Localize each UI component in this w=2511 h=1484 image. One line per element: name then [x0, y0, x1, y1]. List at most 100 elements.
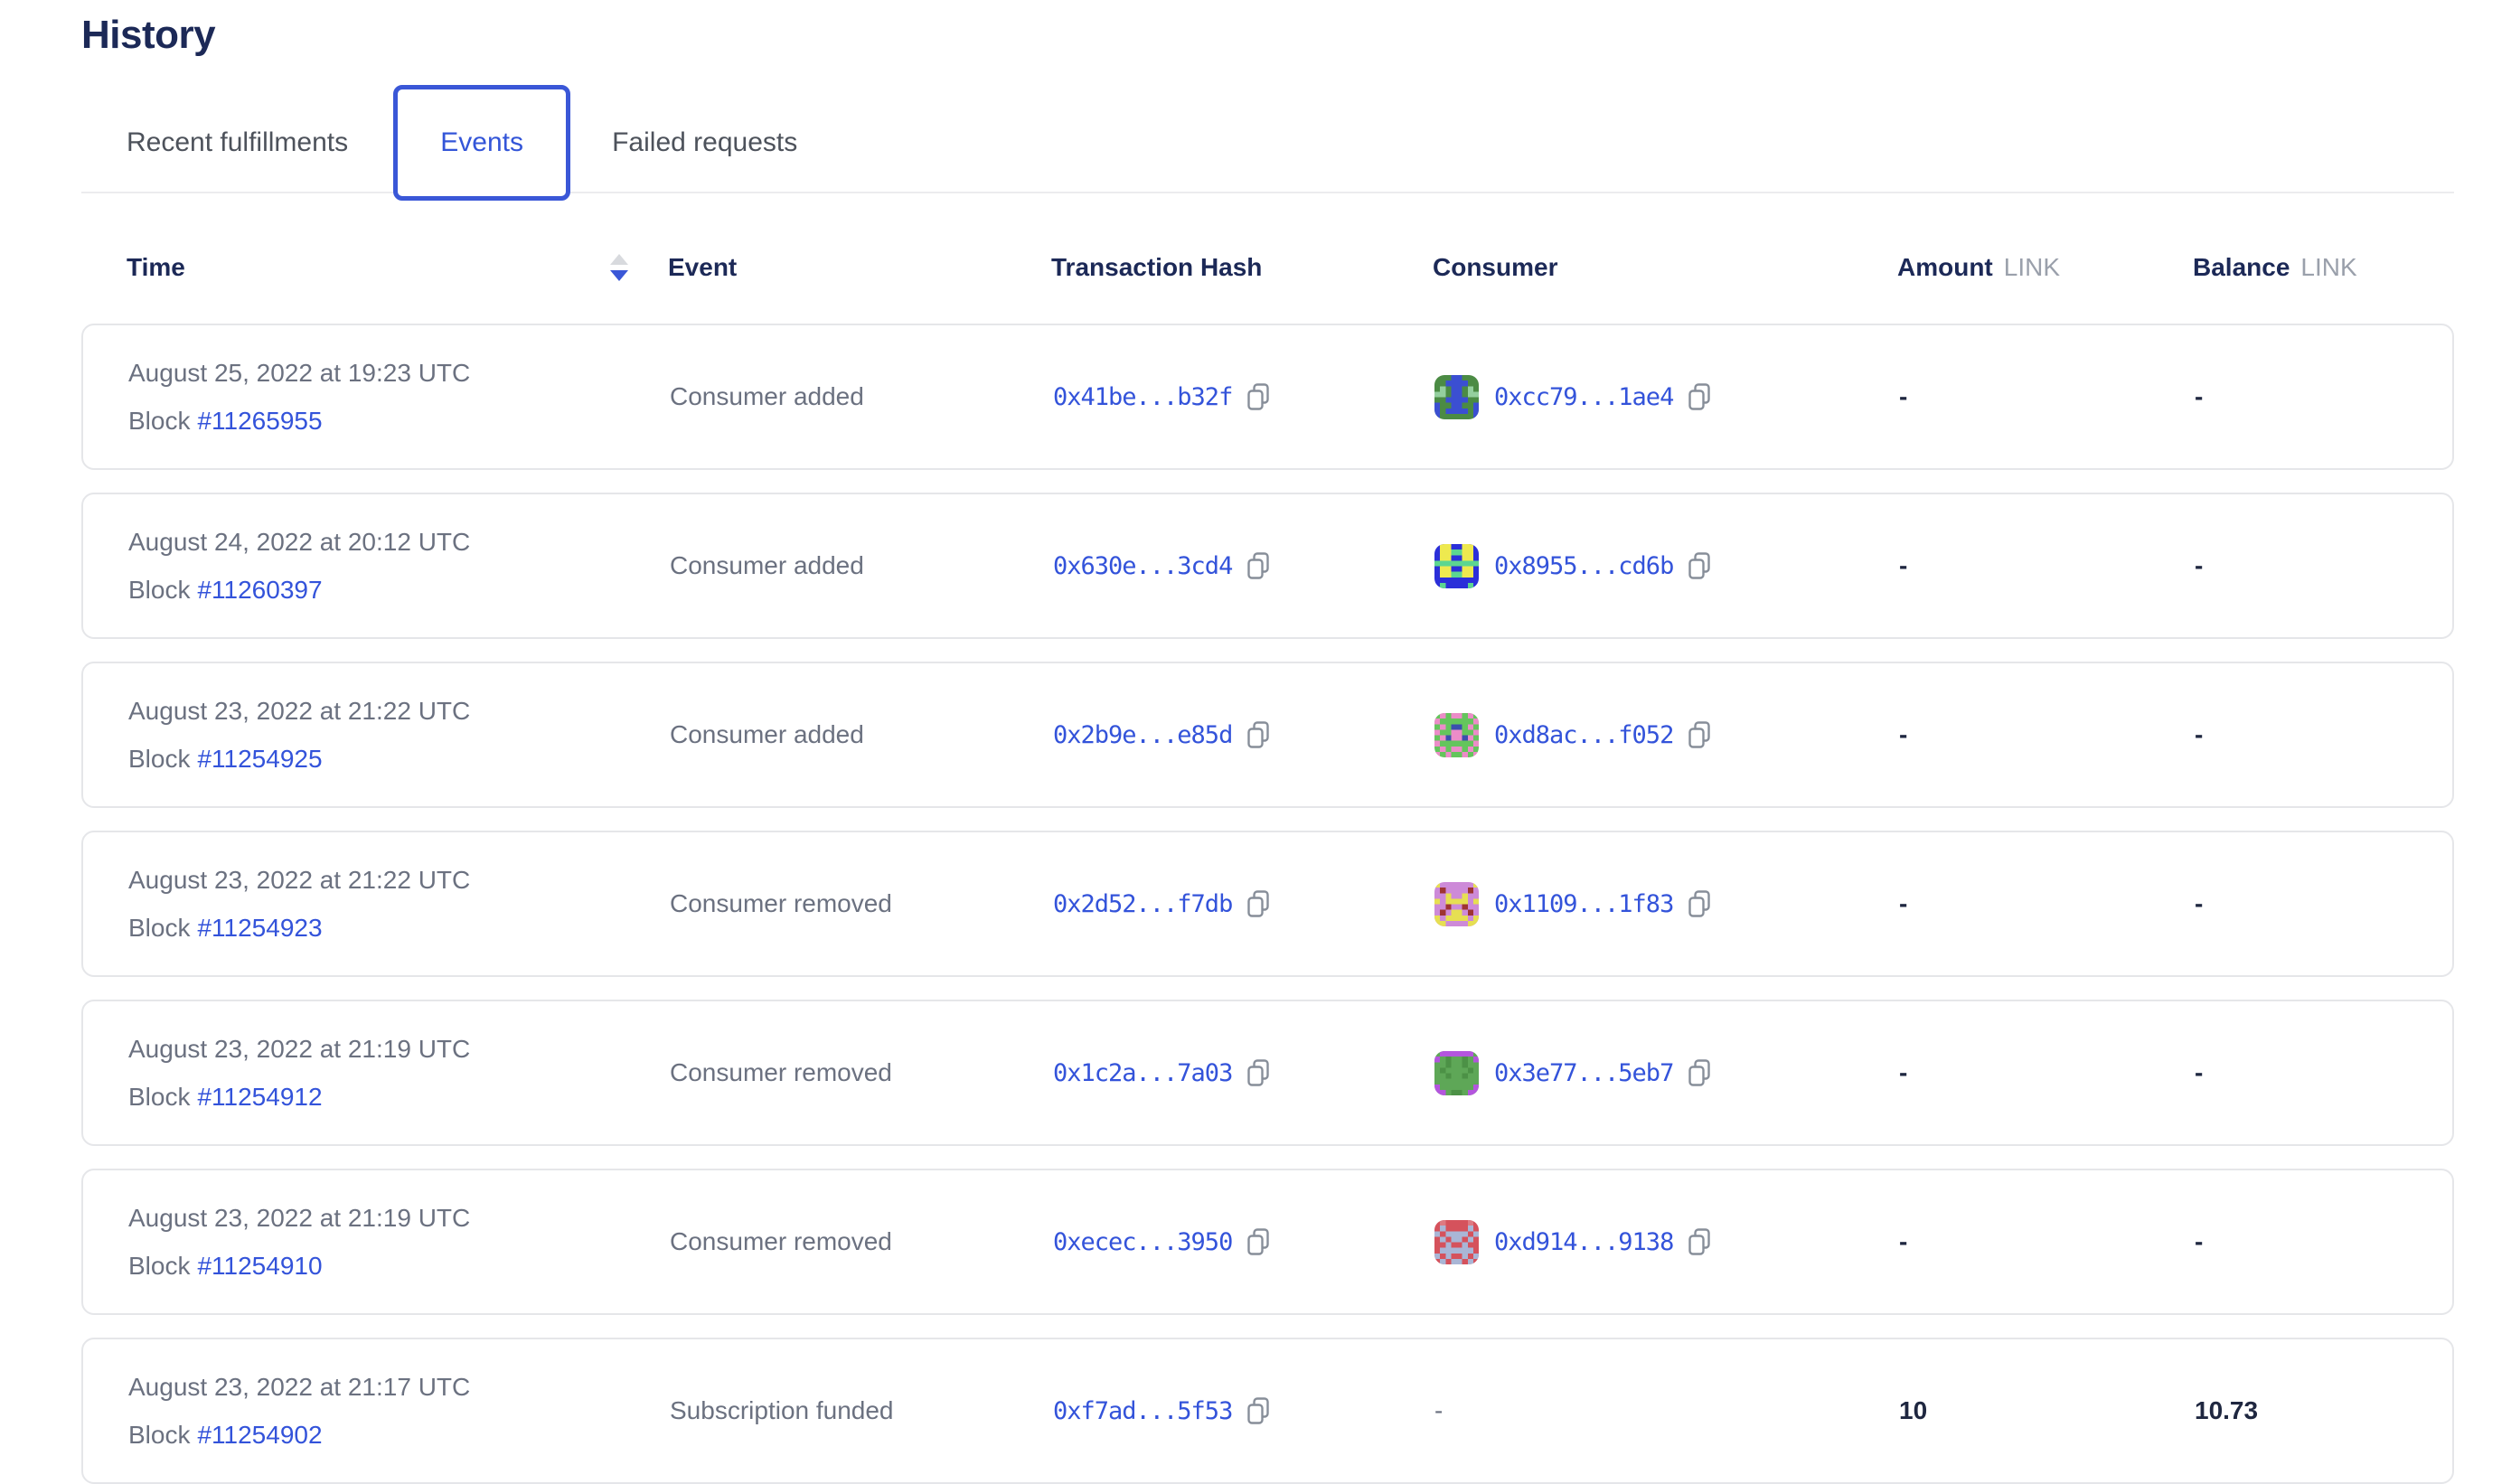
consumer-empty-value: - [1434, 1396, 1443, 1425]
event-type-cell: Consumer removed [670, 1058, 1053, 1087]
block-link[interactable]: #11254902 [197, 1421, 322, 1449]
block-link[interactable]: #11265955 [197, 407, 322, 435]
tx-hash-link[interactable]: 0x2d52...f7db [1053, 890, 1232, 918]
block-label: Block [128, 407, 190, 435]
sort-arrows-icon[interactable] [610, 254, 628, 281]
time-cell: August 23, 2022 at 21:17 UTC Block#11254… [128, 1339, 670, 1451]
tab-events[interactable]: Events [393, 85, 570, 201]
sort-asc-icon [610, 254, 628, 265]
event-type-cell: Consumer added [670, 720, 1053, 749]
tx-hash-link[interactable]: 0x41be...b32f [1053, 383, 1232, 411]
block-line: Block#11260397 [128, 575, 670, 606]
amount-value: - [1899, 551, 2195, 580]
consumer-identicon [1434, 1051, 1479, 1095]
block-line: Block#11254910 [128, 1251, 670, 1282]
event-row: August 24, 2022 at 20:12 UTC Block#11260… [81, 493, 2454, 639]
amount-value: - [1899, 1227, 2195, 1256]
copy-icon[interactable] [1246, 1059, 1271, 1087]
consumer-cell: 0xd8ac...f052 [1434, 713, 1899, 757]
tx-hash-cell: 0x2b9e...e85d [1053, 721, 1434, 749]
block-link[interactable]: #11254910 [197, 1252, 322, 1280]
consumer-cell: 0x3e77...5eb7 [1434, 1051, 1899, 1095]
history-page: History Recent fulfillments Events Faile… [0, 13, 2454, 1484]
copy-icon[interactable] [1688, 1059, 1712, 1087]
amount-value: - [1899, 382, 2195, 411]
col-header-event: Event [668, 253, 1051, 282]
block-line: Block#11254912 [128, 1082, 670, 1113]
event-type-cell: Consumer removed [670, 889, 1053, 918]
event-row: August 23, 2022 at 21:19 UTC Block#11254… [81, 1169, 2454, 1315]
time-cell: August 24, 2022 at 20:12 UTC Block#11260… [128, 494, 670, 606]
consumer-cell: - [1434, 1396, 1899, 1425]
block-label: Block [128, 1421, 190, 1449]
copy-icon[interactable] [1246, 383, 1271, 411]
time-cell: August 23, 2022 at 21:22 UTC Block#11254… [128, 832, 670, 944]
block-label: Block [128, 914, 190, 942]
amount-value: - [1899, 889, 2195, 918]
tab-recent-fulfillments[interactable]: Recent fulfillments [127, 127, 348, 158]
time-cell: August 23, 2022 at 21:19 UTC Block#11254… [128, 1001, 670, 1113]
col-header-time: Time [127, 253, 668, 282]
consumer-address-link[interactable]: 0x8955...cd6b [1494, 552, 1673, 580]
event-timestamp: August 23, 2022 at 21:22 UTC [128, 696, 670, 727]
balance-value: - [2195, 1227, 2452, 1256]
amount-value: 10 [1899, 1396, 2195, 1425]
copy-icon[interactable] [1246, 721, 1271, 749]
amount-value: - [1899, 720, 2195, 749]
copy-icon[interactable] [1688, 552, 1712, 580]
tx-hash-cell: 0x1c2a...7a03 [1053, 1059, 1434, 1087]
block-label: Block [128, 1083, 190, 1111]
event-type-cell: Consumer removed [670, 1227, 1053, 1256]
event-timestamp: August 23, 2022 at 21:17 UTC [128, 1372, 670, 1403]
balance-value: - [2195, 551, 2452, 580]
balance-value: - [2195, 382, 2452, 411]
tx-hash-link[interactable]: 0x1c2a...7a03 [1053, 1059, 1232, 1087]
copy-icon[interactable] [1688, 890, 1712, 918]
balance-value: - [2195, 720, 2452, 749]
consumer-cell: 0x8955...cd6b [1434, 544, 1899, 588]
block-line: Block#11265955 [128, 406, 670, 437]
tx-hash-link[interactable]: 0xecec...3950 [1053, 1228, 1232, 1256]
balance-unit-label: LINK [2300, 253, 2356, 282]
block-link[interactable]: #11254923 [197, 914, 322, 942]
tx-hash-cell: 0xf7ad...5f53 [1053, 1397, 1434, 1425]
event-row: August 23, 2022 at 21:22 UTC Block#11254… [81, 662, 2454, 808]
copy-icon[interactable] [1246, 1397, 1271, 1425]
copy-icon[interactable] [1246, 552, 1271, 580]
sort-desc-icon [610, 270, 628, 281]
block-link[interactable]: #11254925 [197, 745, 322, 773]
copy-icon[interactable] [1688, 1228, 1712, 1256]
event-row: August 23, 2022 at 21:19 UTC Block#11254… [81, 1000, 2454, 1146]
event-row: August 25, 2022 at 19:23 UTC Block#11265… [81, 324, 2454, 470]
tx-hash-cell: 0x2d52...f7db [1053, 890, 1434, 918]
amount-value: - [1899, 1058, 2195, 1087]
consumer-address-link[interactable]: 0xd914...9138 [1494, 1228, 1673, 1256]
tx-hash-cell: 0x630e...3cd4 [1053, 552, 1434, 580]
consumer-identicon [1434, 882, 1479, 926]
event-timestamp: August 23, 2022 at 21:22 UTC [128, 865, 670, 896]
event-rows: August 25, 2022 at 19:23 UTC Block#11265… [81, 324, 2454, 1484]
block-label: Block [128, 1252, 190, 1280]
consumer-cell: 0xd914...9138 [1434, 1220, 1899, 1264]
tx-hash-cell: 0xecec...3950 [1053, 1228, 1434, 1256]
tab-failed-requests[interactable]: Failed requests [612, 127, 797, 158]
tx-hash-link[interactable]: 0x2b9e...e85d [1053, 721, 1232, 749]
copy-icon[interactable] [1688, 383, 1712, 411]
balance-value: 10.73 [2195, 1396, 2452, 1425]
block-line: Block#11254925 [128, 744, 670, 775]
block-link[interactable]: #11260397 [197, 576, 322, 604]
amount-unit-label: LINK [2004, 253, 2060, 282]
block-link[interactable]: #11254912 [197, 1083, 322, 1111]
copy-icon[interactable] [1246, 890, 1271, 918]
time-cell: August 25, 2022 at 19:23 UTC Block#11265… [128, 325, 670, 437]
tx-hash-link[interactable]: 0x630e...3cd4 [1053, 552, 1232, 580]
copy-icon[interactable] [1246, 1228, 1271, 1256]
copy-icon[interactable] [1688, 721, 1712, 749]
consumer-address-link[interactable]: 0x3e77...5eb7 [1494, 1059, 1673, 1087]
block-line: Block#11254923 [128, 913, 670, 944]
consumer-identicon [1434, 1220, 1479, 1264]
tx-hash-link[interactable]: 0xf7ad...5f53 [1053, 1397, 1232, 1425]
consumer-address-link[interactable]: 0xcc79...1ae4 [1494, 383, 1673, 411]
consumer-address-link[interactable]: 0x1109...1f83 [1494, 890, 1673, 918]
consumer-address-link[interactable]: 0xd8ac...f052 [1494, 721, 1673, 749]
